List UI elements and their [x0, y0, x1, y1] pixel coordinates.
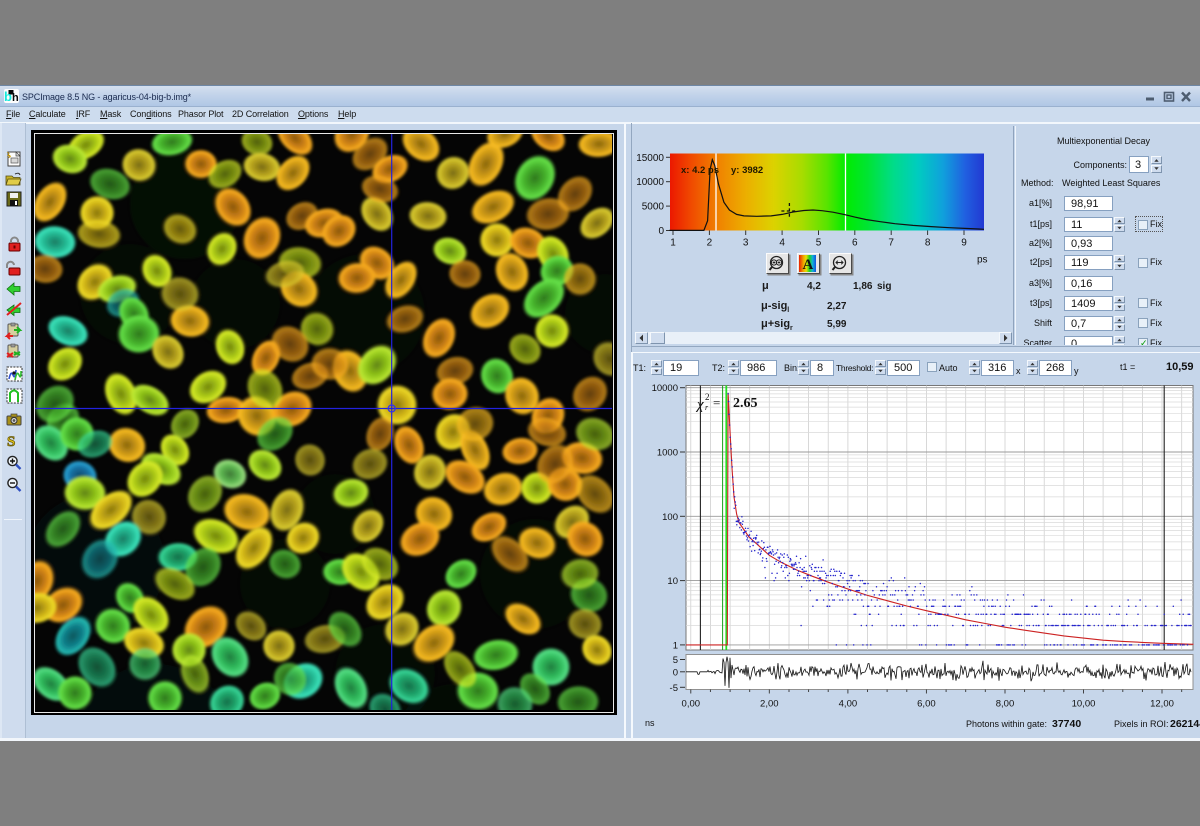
- svg-text:x: 4.2 ps: x: 4.2 ps: [681, 165, 719, 176]
- svg-text:6: 6: [852, 238, 858, 249]
- svg-text:10000: 10000: [652, 383, 678, 394]
- svg-text:6,00: 6,00: [917, 699, 936, 710]
- svg-text:10: 10: [667, 576, 678, 587]
- svg-text:10000: 10000: [636, 177, 664, 188]
- svg-text:2.65: 2.65: [733, 396, 758, 411]
- svg-text:2: 2: [707, 238, 713, 249]
- svg-text:=: =: [713, 395, 720, 410]
- svg-text:1: 1: [673, 640, 678, 651]
- svg-text:h: h: [12, 92, 19, 103]
- svg-text:15000: 15000: [636, 153, 664, 164]
- svg-text:0: 0: [658, 226, 664, 237]
- svg-text:A: A: [803, 257, 814, 273]
- svg-text:5: 5: [816, 238, 822, 249]
- svg-text:10,00: 10,00: [1072, 699, 1096, 710]
- svg-text:4: 4: [779, 238, 785, 249]
- svg-text:y: 3982: y: 3982: [731, 165, 763, 176]
- svg-text:b: b: [4, 89, 12, 103]
- svg-text:7: 7: [888, 238, 894, 249]
- svg-text:-5: -5: [670, 683, 678, 694]
- svg-text:100: 100: [662, 512, 678, 523]
- svg-text:5000: 5000: [642, 202, 665, 213]
- svg-text:1000: 1000: [657, 448, 678, 459]
- svg-text:ps: ps: [977, 255, 988, 266]
- svg-text:1: 1: [670, 238, 676, 249]
- svg-text:2,00: 2,00: [760, 699, 779, 710]
- svg-text:0,00: 0,00: [682, 699, 701, 710]
- svg-text:8,00: 8,00: [996, 699, 1015, 710]
- svg-text:12,00: 12,00: [1150, 699, 1174, 710]
- svg-text:4,00: 4,00: [839, 699, 858, 710]
- svg-text:5: 5: [673, 655, 678, 666]
- svg-text:3: 3: [743, 238, 749, 249]
- svg-text:2: 2: [705, 392, 710, 402]
- svg-text:0: 0: [673, 667, 678, 678]
- svg-text:χ: χ: [695, 397, 704, 413]
- svg-text:S: S: [7, 434, 15, 450]
- svg-text:8: 8: [925, 238, 931, 249]
- svg-text:9: 9: [961, 238, 967, 249]
